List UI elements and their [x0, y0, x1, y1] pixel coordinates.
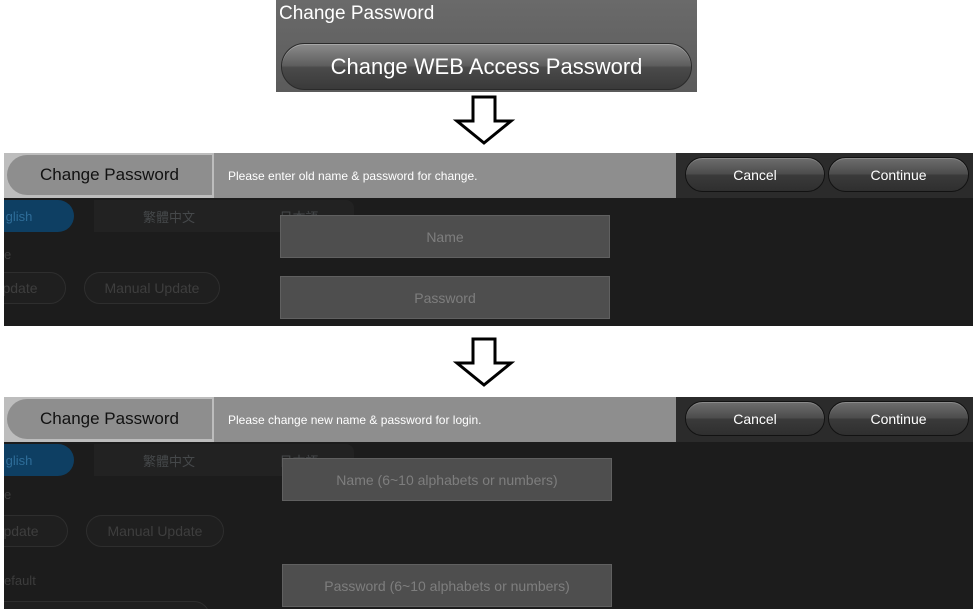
cancel-button[interactable]: Cancel [685, 157, 825, 192]
background-label: e [4, 487, 12, 502]
change-password-section: Change Password Change WEB Access Passwo… [276, 0, 697, 92]
new-name-input[interactable] [282, 458, 612, 501]
change-password-dialog-old: glish 繁體中文 日本語 e pdate Manual Update Cha… [4, 153, 973, 326]
new-password-input[interactable] [282, 564, 612, 607]
auto-update-button: pdate [4, 272, 66, 304]
load-default-button [4, 601, 210, 609]
change-web-access-password-button[interactable]: Change WEB Access Password [281, 43, 692, 90]
language-english-tab: glish [4, 200, 74, 232]
background-label: e [4, 247, 12, 262]
manual-update-button: Manual Update [86, 515, 224, 547]
dialog-title: Change Password [7, 399, 212, 439]
language-traditional-chinese-tab: 繁體中文 [94, 200, 244, 232]
old-name-input[interactable] [280, 215, 610, 258]
language-traditional-chinese-tab: 繁體中文 [94, 444, 244, 476]
old-password-input[interactable] [280, 276, 610, 319]
section-title: Change Password [279, 3, 435, 24]
load-default-label: efault [4, 573, 36, 588]
dialog-title: Change Password [7, 155, 212, 195]
down-arrow-icon [452, 337, 516, 387]
manual-update-button: Manual Update [84, 272, 220, 304]
language-english-tab: glish [4, 444, 74, 476]
down-arrow-icon [452, 95, 516, 145]
dialog-message: Please enter old name & password for cha… [214, 153, 676, 198]
change-password-dialog-new: glish 繁體中文 日本語 e pdate Manual Update efa… [4, 397, 973, 609]
cancel-button[interactable]: Cancel [685, 401, 825, 436]
continue-button[interactable]: Continue [828, 401, 969, 436]
dialog-message: Please change new name & password for lo… [214, 397, 676, 442]
continue-button[interactable]: Continue [828, 157, 969, 192]
dialog-header: Change Password Please enter old name & … [4, 153, 973, 198]
dialog-header: Change Password Please change new name &… [4, 397, 973, 442]
auto-update-button: pdate [4, 515, 68, 547]
